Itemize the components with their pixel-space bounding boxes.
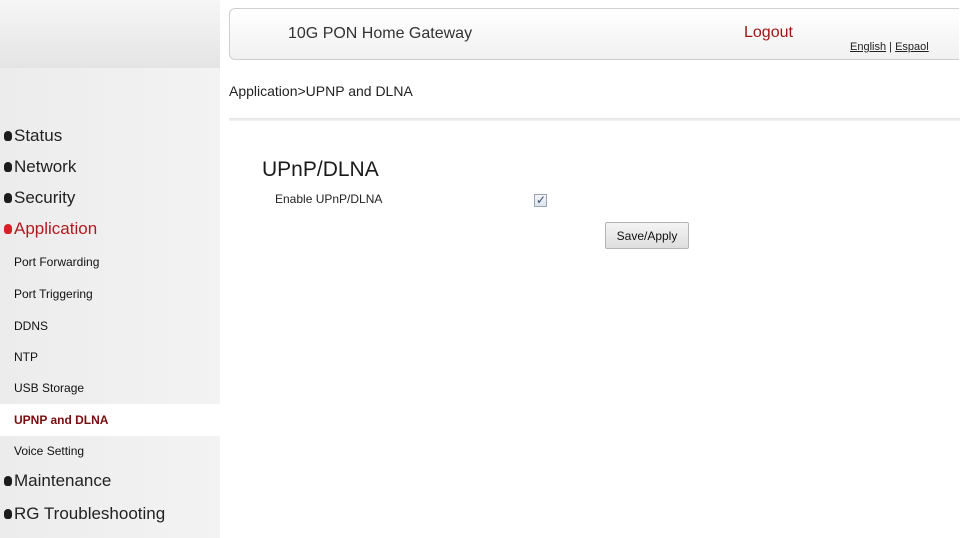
bullet-icon [4,162,12,172]
sidebar-item-label: Voice Setting [14,444,85,458]
header-bar: 10G PON Home Gateway Logout English | Es… [229,8,959,60]
sidebar-group-maintenance[interactable]: Maintenance [0,466,220,496]
sidebar-item-label: UPNP and DLNA [14,413,109,427]
bullet-icon [4,193,12,203]
breadcrumb: Application>UPNP and DLNA [229,83,413,99]
sidebar-group-label: Application [14,219,98,238]
sidebar-item-label: USB Storage [14,381,85,395]
sidebar-group-label: Status [14,126,63,145]
sidebar-group-label: Maintenance [14,471,112,490]
sidebar-item-label: NTP [14,350,38,364]
sidebar-item-label: DDNS [14,319,49,333]
sidebar-item-upnp-and-dlna[interactable]: UPNP and DLNA [0,404,220,436]
sidebar-group-network[interactable]: Network [0,152,220,182]
sidebar-group-label: RG Troubleshooting [14,504,166,523]
bullet-icon [4,224,12,234]
bullet-icon [4,131,12,141]
sidebar-group-rg-troubleshooting[interactable]: RG Troubleshooting [0,499,220,529]
sidebar-group-label: Security [14,188,76,207]
language-spanish-link[interactable]: Espaol [895,41,929,53]
sidebar-item-usb-storage[interactable]: USB Storage [0,372,220,404]
sidebar-item-port-triggering[interactable]: Port Triggering [0,278,220,310]
app-title: 10G PON Home Gateway [288,25,473,42]
sidebar-group-security[interactable]: Security [0,183,220,213]
bullet-icon [4,509,12,519]
save-apply-button[interactable]: Save/Apply [605,222,689,249]
sidebar-item-label: Port Triggering [14,287,93,301]
logo-area [0,0,220,68]
enable-upnp-label: Enable UPnP/DLNA [275,192,383,206]
checkmark-icon: ✓ [536,193,547,207]
sidebar-item-label: Port Forwarding [14,255,100,269]
logout-link[interactable]: Logout [744,24,793,42]
sidebar-group-label: Network [14,157,77,176]
language-english-link[interactable]: English [850,41,886,53]
sidebar-group-application[interactable]: Application [0,214,220,244]
page-title: UPnP/DLNA [262,158,379,181]
sidebar-item-voice-setting[interactable]: Voice Setting [0,435,220,467]
bullet-icon [4,476,12,486]
sidebar-item-port-forwarding[interactable]: Port Forwarding [0,246,220,278]
sidebar-group-status[interactable]: Status [0,121,220,151]
sidebar-item-ddns[interactable]: DDNS [0,310,220,342]
header-divider [229,118,960,121]
enable-upnp-checkbox[interactable]: ✓ [534,193,547,207]
language-switcher: English | Espaol [850,41,929,53]
sidebar-item-ntp[interactable]: NTP [0,341,220,373]
language-separator: | [886,41,896,53]
